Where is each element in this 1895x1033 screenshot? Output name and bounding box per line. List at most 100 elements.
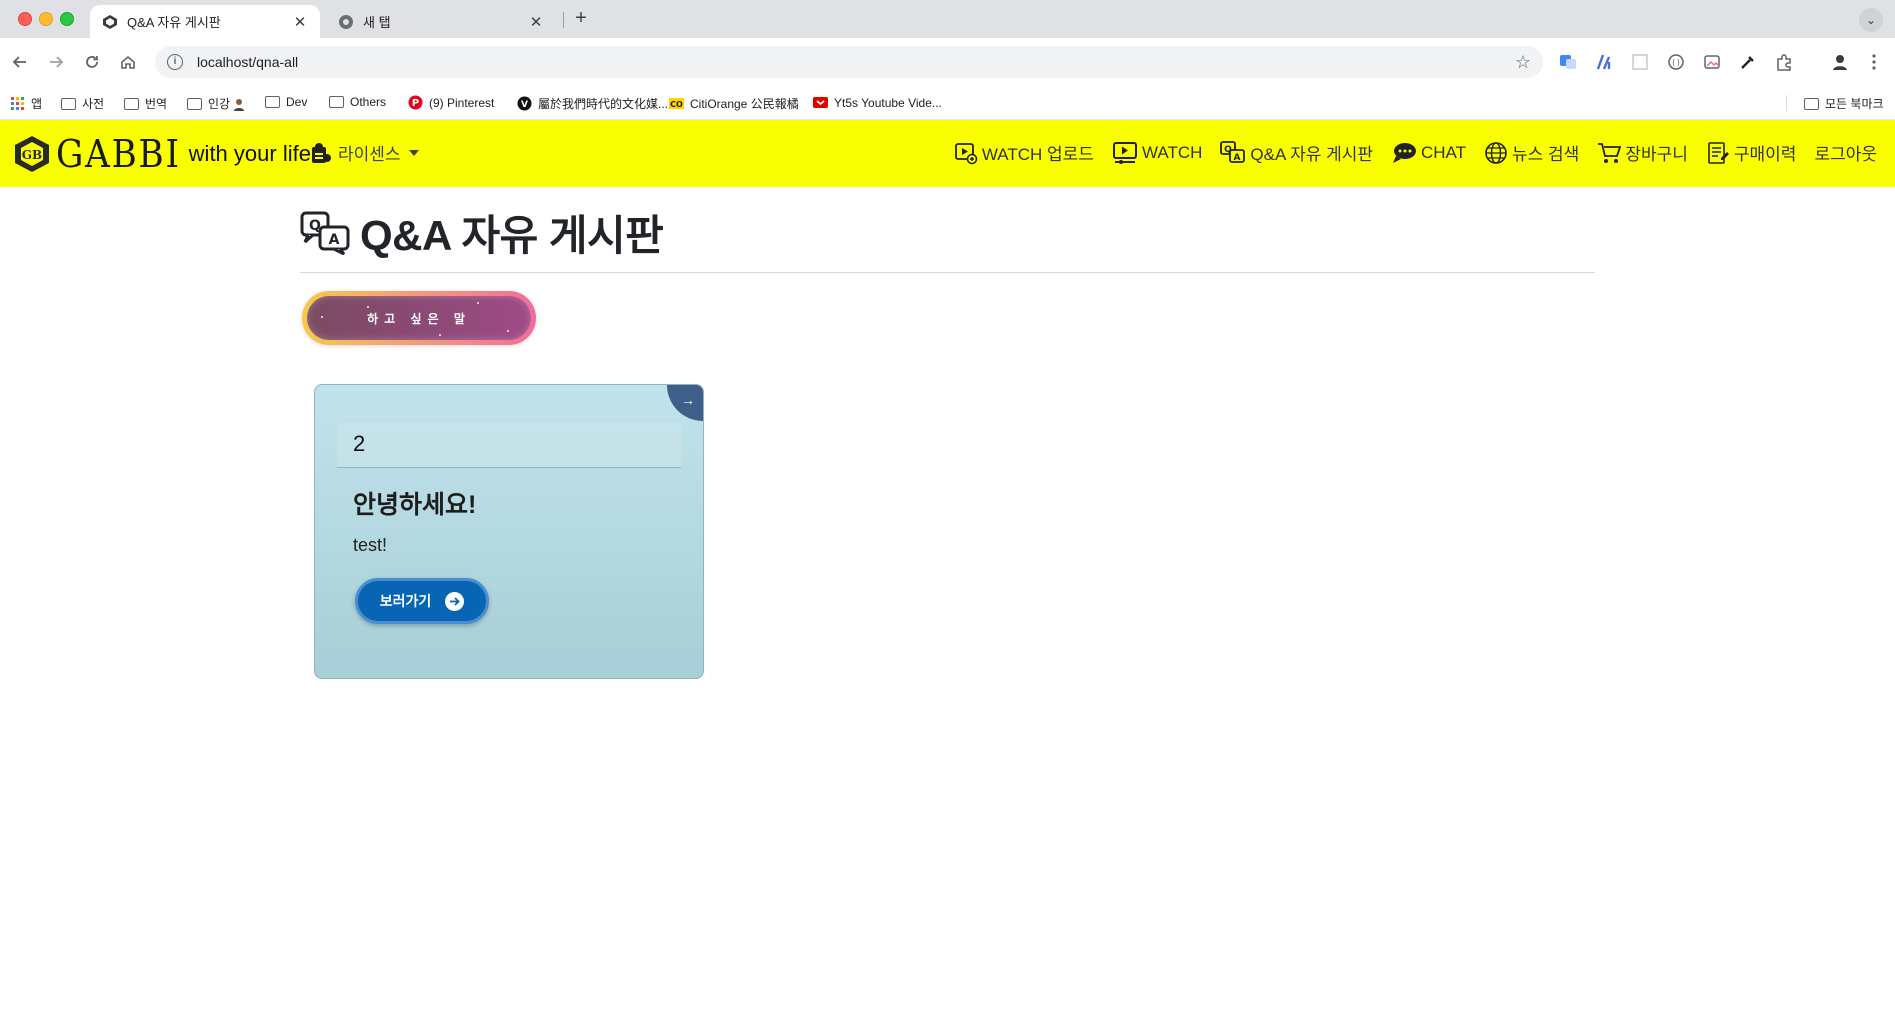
tab-new-tab[interactable]: 새 탭 ✕ bbox=[326, 5, 556, 38]
nav-watch-upload[interactable]: WATCH 업로드 bbox=[954, 140, 1094, 165]
bookmark-folder-lectures[interactable]: 인강 bbox=[187, 95, 246, 112]
reload-icon bbox=[86, 56, 98, 68]
folder-icon bbox=[61, 97, 76, 110]
image-extension-icon[interactable] bbox=[1702, 52, 1722, 72]
bookmark-folder-translate[interactable]: 번역 bbox=[124, 95, 167, 112]
nav-label: CHAT bbox=[1421, 142, 1467, 162]
bookmark-apps[interactable]: 앱 bbox=[10, 95, 42, 112]
page-title: Q&A 자유 게시판 bbox=[360, 212, 664, 259]
gabbi-favicon-icon bbox=[103, 14, 117, 29]
back-button[interactable] bbox=[8, 50, 32, 74]
browser-toolbar: i localhost/qna-all ☆ () bbox=[0, 38, 1895, 86]
window-maximize-button[interactable] bbox=[60, 12, 74, 26]
tab-title: 새 탭 bbox=[363, 15, 391, 30]
window-minimize-button[interactable] bbox=[39, 12, 53, 26]
eyedropper-extension-icon[interactable] bbox=[1738, 52, 1758, 72]
license-dropdown-label: 라이센스 bbox=[338, 145, 401, 164]
analytics-extension-icon[interactable] bbox=[1594, 52, 1614, 72]
site-navbar: GB GABBI with your life 라이센스 WATCH 업로드 W… bbox=[0, 120, 1895, 187]
license-badge-icon bbox=[312, 142, 331, 163]
post-number: 2 bbox=[337, 423, 681, 468]
address-bar[interactable]: i localhost/qna-all ☆ bbox=[155, 46, 1543, 78]
new-tab-button[interactable]: + bbox=[570, 8, 592, 30]
cart-icon bbox=[1598, 142, 1622, 163]
back-arrow-icon bbox=[12, 56, 26, 68]
translate-extension-icon[interactable] bbox=[1558, 52, 1578, 72]
nav-cart[interactable]: 장바구니 bbox=[1597, 140, 1688, 165]
svg-text:(): () bbox=[1671, 58, 1681, 67]
nav-label: Q&A 자유 게시판 bbox=[1250, 145, 1373, 164]
brand-home-link[interactable]: GB GABBI with your life bbox=[12, 134, 311, 174]
svg-text:V: V bbox=[521, 100, 528, 110]
tab-search-button[interactable]: ⌄ bbox=[1859, 8, 1883, 32]
write-post-button-inner: 하고 싶은 말 bbox=[307, 296, 531, 340]
folder-icon bbox=[187, 97, 202, 110]
bookmark-folder-dictionary[interactable]: 사전 bbox=[61, 95, 104, 112]
tab-close-icon[interactable]: ✕ bbox=[292, 13, 308, 31]
sparkle bbox=[439, 334, 441, 336]
qna-icon: Q A bbox=[1220, 140, 1246, 163]
nav-chat[interactable]: CHAT bbox=[1391, 141, 1466, 165]
brand-wordmark: GABBI bbox=[56, 132, 181, 176]
sparkle bbox=[507, 330, 509, 332]
bookmark-label: 앱 bbox=[31, 97, 43, 111]
bookmark-citiorange[interactable]: CO CitiOrange 公民報橘 bbox=[669, 95, 799, 112]
gabbi-logo-icon: GB bbox=[15, 136, 49, 172]
qna-board-icon: Q A bbox=[300, 211, 350, 255]
nav-label: 뉴스 검색 bbox=[1512, 145, 1580, 164]
bookmark-all-bookmarks[interactable]: 모든 북마크 bbox=[1804, 95, 1884, 112]
svg-text:A: A bbox=[329, 232, 340, 248]
svg-text:GB: GB bbox=[22, 148, 42, 162]
grid-extension-icon[interactable] bbox=[1630, 52, 1650, 72]
tab-qna[interactable]: Q&A 자유 게시판 ✕ bbox=[90, 5, 320, 38]
arrow-right-icon[interactable]: → bbox=[667, 385, 703, 421]
bookmark-yt5s[interactable]: Yt5s Youtube Vide... bbox=[813, 95, 942, 110]
post-card[interactable]: → 2 안녕하세요! test! 보러가기 bbox=[314, 384, 704, 679]
receipt-icon bbox=[1708, 141, 1729, 164]
title-divider bbox=[300, 272, 1595, 273]
brand-tagline: with your life bbox=[188, 141, 311, 166]
bookmark-star-icon[interactable]: ☆ bbox=[1515, 52, 1531, 73]
nav-label: 구매이력 bbox=[1733, 145, 1797, 164]
bookmark-culture-media[interactable]: V 屬於我們時代的文化媒... bbox=[517, 95, 668, 112]
nav-logout[interactable]: 로그아웃 bbox=[1814, 140, 1877, 165]
tab-close-icon[interactable]: ✕ bbox=[528, 13, 544, 31]
license-dropdown[interactable]: 라이센스 bbox=[310, 140, 419, 165]
apps-grid-icon bbox=[11, 97, 24, 110]
v-logo-icon: V bbox=[517, 96, 532, 111]
profile-avatar[interactable] bbox=[1830, 52, 1850, 72]
nav-purchase-history[interactable]: 구매이력 bbox=[1706, 140, 1797, 165]
sparkle bbox=[367, 306, 369, 308]
view-post-button[interactable]: 보러가기 bbox=[355, 578, 489, 624]
forward-button[interactable] bbox=[44, 50, 68, 74]
chevron-down-icon bbox=[408, 149, 419, 156]
nav-news-search[interactable]: 뉴스 검색 bbox=[1484, 140, 1579, 165]
bookmark-label: Others bbox=[350, 95, 387, 109]
write-post-label: 하고 싶은 말 bbox=[367, 311, 471, 326]
site-info-icon[interactable]: i bbox=[167, 54, 183, 70]
browser-menu-icon[interactable] bbox=[1864, 52, 1884, 72]
tab-separator bbox=[563, 12, 564, 28]
chrome-icon bbox=[339, 14, 353, 29]
bookmark-folder-others[interactable]: Others bbox=[329, 95, 386, 109]
forward-arrow-icon bbox=[50, 56, 64, 68]
url-text: localhost/qna-all bbox=[197, 54, 299, 70]
folder-icon bbox=[265, 96, 280, 108]
bookmark-label: 번역 bbox=[145, 97, 168, 111]
bookmark-pinterest[interactable]: P (9) Pinterest bbox=[408, 95, 494, 110]
nav-watch[interactable]: WATCH bbox=[1112, 141, 1202, 165]
code-extension-icon[interactable]: () bbox=[1666, 52, 1686, 72]
home-button[interactable] bbox=[116, 50, 140, 74]
sparkle bbox=[477, 302, 479, 304]
person-emoji-icon bbox=[234, 98, 245, 111]
reload-button[interactable] bbox=[80, 50, 104, 74]
main-nav: WATCH 업로드 WATCH Q A Q&A 자유 게시판 CHAT 뉴스 검… bbox=[954, 140, 1877, 165]
window-close-button[interactable] bbox=[18, 12, 32, 26]
write-post-button[interactable]: 하고 싶은 말 bbox=[302, 291, 536, 345]
bookmark-folder-dev[interactable]: Dev bbox=[265, 95, 307, 109]
bookmark-label: 屬於我們時代的文化媒... bbox=[538, 97, 669, 111]
pinterest-icon: P bbox=[408, 95, 423, 110]
puzzle-extensions-icon[interactable] bbox=[1774, 52, 1794, 72]
nav-qna-board[interactable]: Q A Q&A 자유 게시판 bbox=[1220, 140, 1373, 165]
nav-label: 장바구니 bbox=[1625, 145, 1688, 164]
